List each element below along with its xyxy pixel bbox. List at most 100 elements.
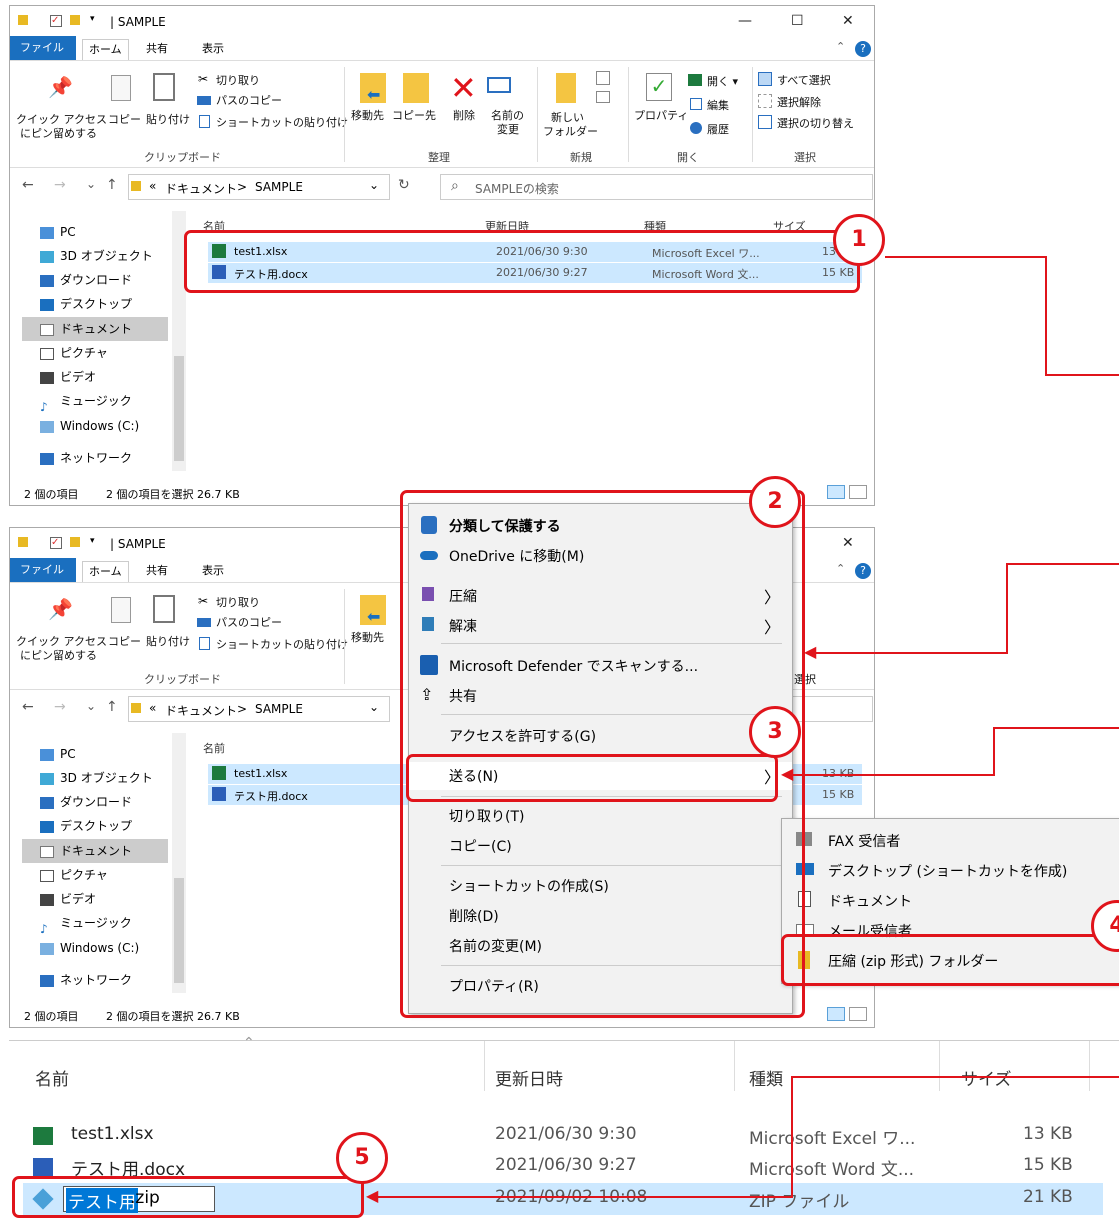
tab-share[interactable]: 共有 [140, 561, 174, 582]
nav-item-videos[interactable]: ビデオ [40, 366, 96, 388]
nav-item-documents[interactable]: ドキュメント [40, 318, 132, 340]
details-view-button[interactable] [827, 1007, 845, 1021]
scroll-thumb[interactable] [174, 356, 184, 461]
nav-item-desktop[interactable]: デスクトップ [40, 815, 132, 837]
cut-button[interactable]: 切り取り [216, 594, 260, 610]
submenu-item-fax[interactable]: FAX 受信者 [782, 829, 1119, 853]
address-bar[interactable]: « ドキュメント > SAMPLE ⌄ [128, 174, 390, 200]
address-dropdown[interactable]: ⌄ [369, 178, 379, 192]
large-icons-view-button[interactable] [849, 1007, 867, 1021]
close-button[interactable]: ✕ [842, 535, 854, 551]
scroll-thumb[interactable] [174, 878, 184, 983]
qa-dropdown-icon[interactable]: ▾ [90, 14, 102, 26]
maximize-button[interactable]: ☐ [791, 13, 804, 29]
refresh-button[interactable]: ↻ [398, 177, 410, 193]
submenu-item-documents[interactable]: ドキュメント [782, 889, 1119, 913]
nav-item-drive-c[interactable]: Windows (C:) [40, 937, 139, 959]
pin-label-2[interactable]: にピン留めする [20, 647, 97, 663]
nav-item-3d[interactable]: 3D オブジェクト [40, 245, 153, 267]
copy-to-button[interactable]: コピー先 [392, 107, 436, 123]
qa-dropdown-icon[interactable]: ▾ [90, 536, 102, 548]
move-to-button[interactable]: 移動先 [351, 107, 384, 123]
nav-item-drive-c[interactable]: Windows (C:) [40, 415, 139, 437]
submenu-item-desktop[interactable]: デスクトップ (ショートカットを作成) [782, 859, 1119, 883]
nav-item-pictures[interactable]: ピクチャ [40, 342, 108, 364]
edit-button[interactable]: 編集 [707, 97, 729, 113]
column-header-name[interactable]: 名前 [203, 740, 225, 756]
tab-view[interactable]: 表示 [196, 561, 230, 582]
column-header-name[interactable]: 名前 [35, 1065, 69, 1090]
tab-file[interactable]: ファイル [10, 558, 76, 582]
breadcrumb-sample[interactable]: SAMPLE [255, 180, 303, 194]
nav-item-videos[interactable]: ビデオ [40, 888, 96, 910]
paste-button[interactable]: 貼り付け [146, 633, 190, 649]
breadcrumb-prefix[interactable]: « [149, 701, 156, 715]
move-to-button[interactable]: 移動先 [351, 629, 384, 645]
help-icon[interactable]: ? [855, 41, 871, 57]
nav-item-downloads[interactable]: ダウンロード [40, 269, 132, 291]
tab-file[interactable]: ファイル [10, 36, 76, 60]
nav-item-downloads[interactable]: ダウンロード [40, 791, 132, 813]
forward-button[interactable]: → [54, 699, 66, 715]
back-button[interactable]: ← [22, 177, 34, 193]
copy-path-button[interactable]: パスのコピー [216, 614, 282, 630]
nav-scrollbar[interactable] [172, 733, 186, 993]
close-button[interactable]: ✕ [842, 13, 854, 29]
nav-item-music[interactable]: ♪ ミュージック [40, 390, 132, 414]
tab-home[interactable]: ホーム [82, 561, 129, 582]
breadcrumb-documents[interactable]: ドキュメント [165, 702, 237, 719]
search-input[interactable]: ⌕ SAMPLEの検索 [440, 174, 873, 200]
nav-item-pictures[interactable]: ピクチャ [40, 864, 108, 886]
open-button[interactable]: 開く ▾ [707, 73, 738, 89]
checkbox-icon[interactable]: ✓ [50, 537, 62, 549]
nav-item-pc[interactable]: PC [40, 743, 76, 765]
recent-locations-button[interactable]: ⌄ [86, 699, 96, 713]
properties-button[interactable]: プロパティ [634, 107, 688, 123]
details-view-button[interactable] [827, 485, 845, 499]
pin-label-2[interactable]: にピン留めする [20, 125, 97, 141]
history-button[interactable]: 履歴 [707, 121, 729, 137]
breadcrumb-sample[interactable]: SAMPLE [255, 702, 303, 716]
select-none-button[interactable]: 選択解除 [777, 94, 821, 110]
nav-item-3d[interactable]: 3D オブジェクト [40, 767, 153, 789]
breadcrumb-prefix[interactable]: « [149, 179, 156, 193]
address-bar[interactable]: « ドキュメント > SAMPLE ⌄ [128, 696, 390, 722]
tab-share[interactable]: 共有 [140, 39, 174, 60]
rename-button-l2[interactable]: 変更 [497, 121, 519, 137]
up-button[interactable]: ↑ [106, 177, 118, 193]
large-icons-view-button[interactable] [849, 485, 867, 499]
up-button[interactable]: ↑ [106, 699, 118, 715]
paste-button[interactable]: 貼り付け [146, 111, 190, 127]
checkbox-icon[interactable]: ✓ [50, 15, 62, 27]
nav-item-documents[interactable]: ドキュメント [40, 840, 132, 862]
column-header-date[interactable]: 更新日時 [495, 1065, 563, 1090]
tab-home[interactable]: ホーム [82, 39, 129, 60]
nav-item-desktop[interactable]: デスクトップ [40, 293, 132, 315]
ribbon-collapse-icon[interactable]: ⌃ [836, 40, 845, 53]
minimize-button[interactable]: — [738, 13, 752, 29]
copy-button[interactable]: コピー [108, 633, 141, 649]
paste-shortcut-button[interactable]: ショートカットの貼り付け [216, 114, 348, 130]
tab-view[interactable]: 表示 [196, 39, 230, 60]
recent-locations-button[interactable]: ⌄ [86, 177, 96, 191]
select-all-button[interactable]: すべて選択 [777, 72, 831, 88]
help-icon[interactable]: ? [855, 563, 871, 579]
delete-button[interactable]: 削除 [453, 107, 475, 123]
nav-item-pc[interactable]: PC [40, 221, 76, 243]
cut-button[interactable]: 切り取り [216, 72, 260, 88]
column-header-type[interactable]: 種類 [749, 1065, 783, 1090]
new-folder-button-l2[interactable]: フォルダー [543, 123, 598, 139]
back-button[interactable]: ← [22, 699, 34, 715]
nav-item-network[interactable]: ネットワーク [40, 969, 132, 991]
table-row[interactable]: test1.xlsx 2021/06/30 9:30 Microsoft Exc… [23, 1121, 1103, 1151]
address-dropdown[interactable]: ⌄ [369, 700, 379, 714]
copy-path-button[interactable]: パスのコピー [216, 92, 282, 108]
forward-button[interactable]: → [54, 177, 66, 193]
invert-selection-button[interactable]: 選択の切り替え [777, 115, 854, 131]
copy-button[interactable]: コピー [108, 111, 141, 127]
ribbon-collapse-icon[interactable]: ⌃ [836, 562, 845, 575]
nav-item-network[interactable]: ネットワーク [40, 447, 132, 469]
breadcrumb-documents[interactable]: ドキュメント [165, 180, 237, 197]
paste-shortcut-button[interactable]: ショートカットの貼り付け [216, 636, 348, 652]
nav-item-music[interactable]: ♪ ミュージック [40, 912, 132, 936]
